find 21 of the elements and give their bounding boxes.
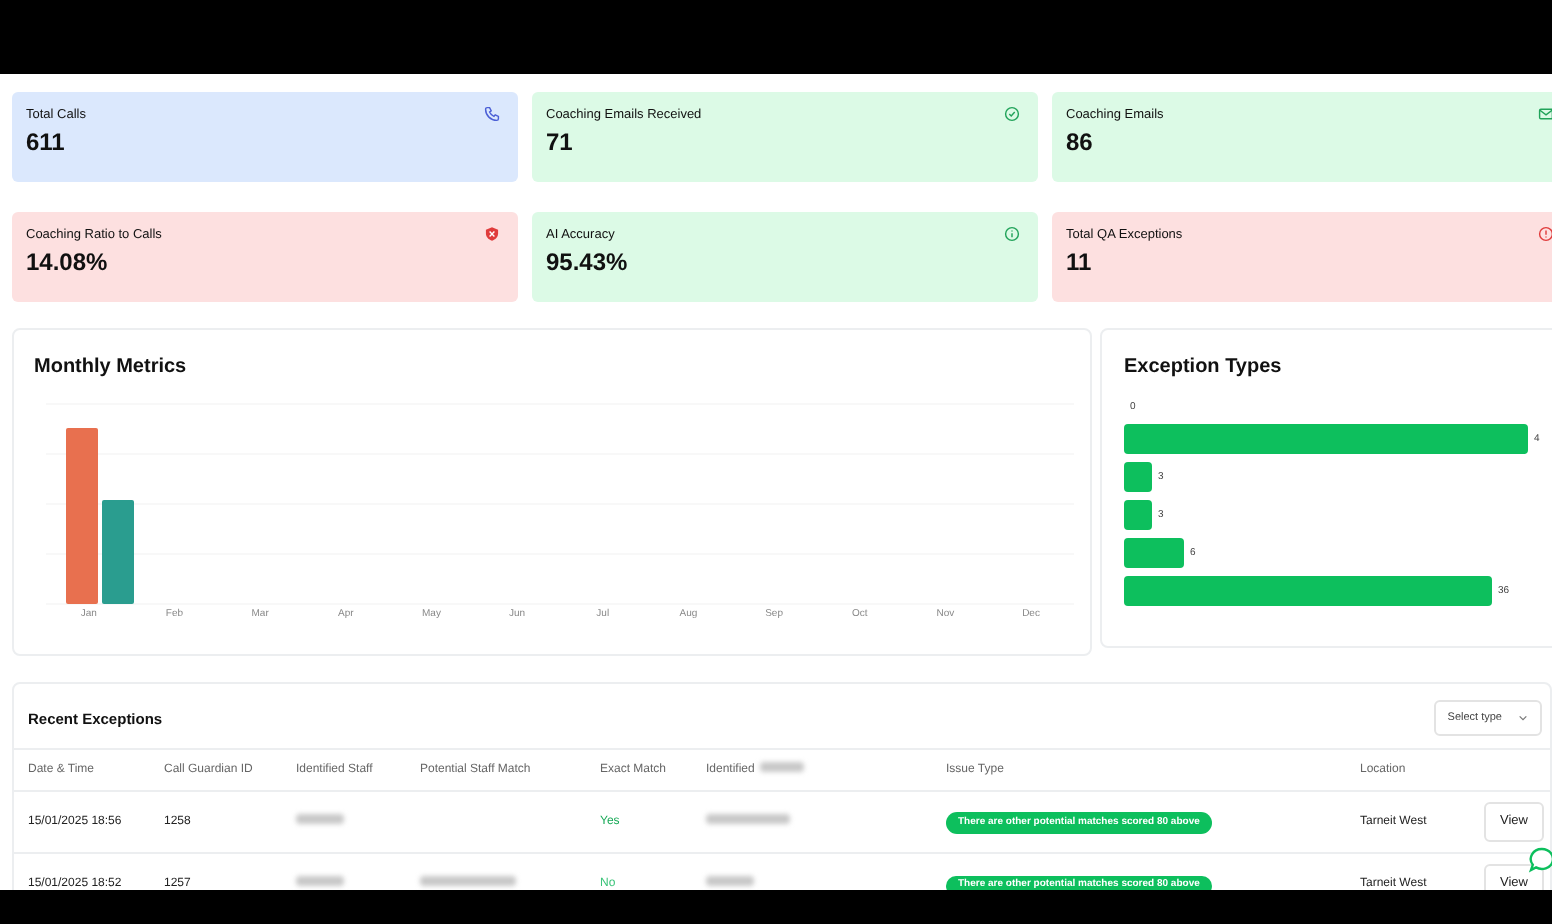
redacted-text — [760, 761, 805, 772]
phone-icon — [484, 106, 500, 122]
stat-value: 14.08% — [26, 247, 110, 277]
chart-title: Monthly Metrics — [34, 354, 189, 382]
stat-value: 611 — [26, 127, 67, 157]
redacted-text — [706, 875, 754, 886]
bar — [1124, 462, 1152, 492]
stat-value: 86 — [1066, 127, 1095, 157]
redacted-text — [706, 813, 790, 824]
bar — [1124, 500, 1152, 530]
stat-value: 11 — [1066, 247, 1094, 277]
chat-icon[interactable] — [1528, 846, 1552, 874]
check-circle-icon — [1004, 106, 1020, 122]
stat-value: 95.43% — [546, 247, 630, 277]
info-icon — [1004, 226, 1020, 242]
envelope-icon — [1538, 106, 1552, 122]
stat-value: 71 — [546, 127, 575, 157]
bar — [1124, 538, 1184, 568]
chart-title: Exception Types — [1124, 354, 1284, 382]
chevron-down-icon — [1518, 714, 1528, 723]
shield-icon — [484, 226, 500, 242]
